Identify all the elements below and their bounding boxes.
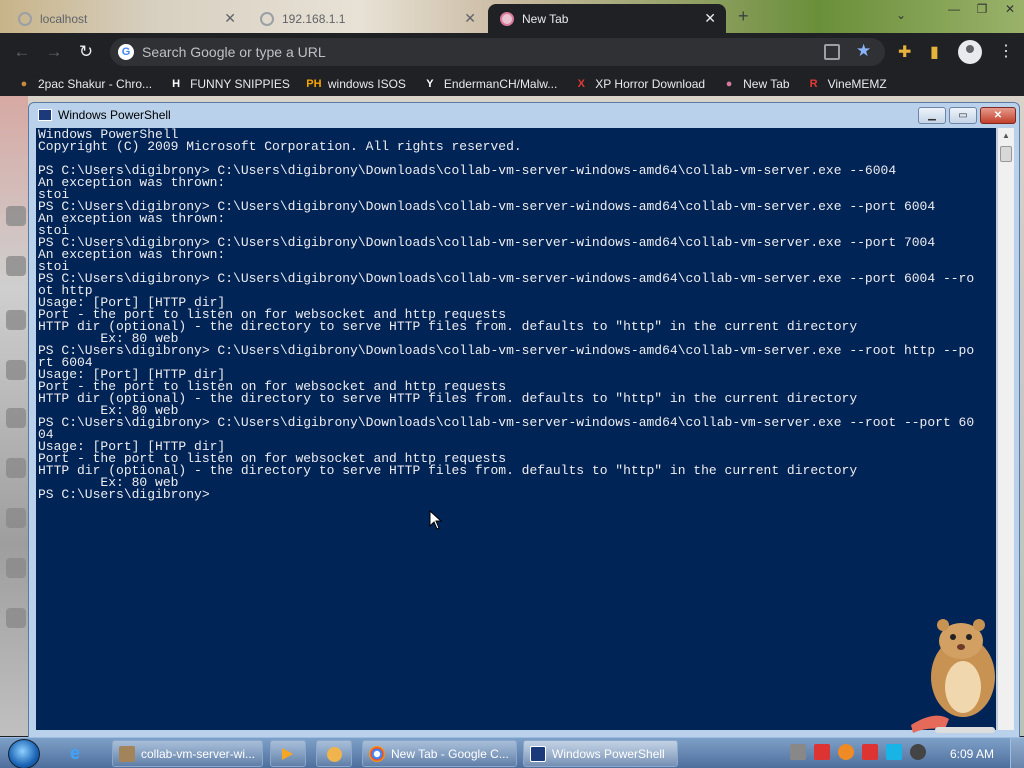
new-tab-favicon-icon [500,11,514,26]
bookmark-item[interactable]: Y EndermanCH/Malw... [422,76,557,92]
close-tab-icon[interactable]: ✕ [464,10,476,27]
tray-app-icon[interactable] [790,744,806,760]
address-bar-input[interactable] [142,38,782,66]
minimize-button[interactable]: ▁ [918,107,946,124]
bookmark-item[interactable]: ● New Tab [721,76,790,92]
bookmark-item[interactable]: H FUNNY SNIPPIES [168,76,290,92]
powershell-window: Windows PowerShell ▁ ▭ ✕ Windows PowerSh… [28,102,1020,738]
instagram-icon [6,360,26,380]
bookmark-favicon-icon: PH [306,77,322,90]
close-button[interactable]: ✕ [980,107,1016,124]
globe-icon [18,11,32,26]
app-icon[interactable] [316,740,352,767]
pinterest-icon [6,408,26,428]
bookmark-label: windows ISOS [327,76,406,91]
tray-antivirus-icon[interactable] [814,744,830,760]
taskbar-button-label: collab-vm-server-wi... [141,746,256,761]
start-button[interactable] [8,739,40,768]
new-tab-button[interactable]: + [738,6,749,27]
volume-icon[interactable] [910,744,926,760]
close-tab-icon[interactable]: ✕ [704,10,716,27]
close-tab-icon[interactable]: ✕ [224,10,236,27]
scrollbar-thumb[interactable] [1000,146,1012,162]
bookmark-label: 2pac Shakur - Chro... [38,76,153,91]
bookmark-favicon-icon: ● [20,77,28,90]
maximize-button[interactable]: ▭ [949,107,977,124]
tab-new-tab-active[interactable]: New Tab ✕ [488,4,726,33]
kebab-menu-icon[interactable]: ⋮ [998,41,1014,61]
reload-icon[interactable]: ↻ [76,42,96,62]
network-icon[interactable] [886,744,902,760]
facebook-icon [6,310,26,330]
chrome-icon [369,745,385,762]
tab-router[interactable]: 192.168.1.1 ✕ [246,4,486,33]
system-tray [790,744,934,760]
tab-strip: localhost ✕ 192.168.1.1 ✕ New Tab ✕ + ⌄ … [0,0,1024,33]
powershell-icon [530,745,546,762]
minimize-icon[interactable]: — [940,0,968,22]
bookmark-label: EndermanCH/Malw... [443,76,558,91]
tray-search-icon[interactable] [838,744,854,760]
bookmark-favicon-icon: X [577,77,585,90]
bookmark-label: VineMEMZ [827,76,887,91]
share-icon[interactable] [824,44,840,60]
bookmark-item[interactable]: R VineMEMZ [806,76,887,92]
tab-title: New Tab [522,11,569,26]
powershell-icon [38,109,52,121]
page-left-strip [0,96,28,736]
console-text: Windows PowerShell Copyright (C) 2009 Mi… [38,128,975,502]
bookmark-label: FUNNY SNIPPIES [190,76,290,91]
restore-icon[interactable]: ❐ [968,0,996,22]
bookmark-favicon-icon: ● [725,77,733,90]
tab-title: 192.168.1.1 [282,11,346,26]
media-player-icon[interactable] [270,740,306,767]
console-output[interactable]: Windows PowerShell Copyright (C) 2009 Mi… [36,128,996,730]
bookmark-label: New Tab [743,76,790,91]
bookmark-item[interactable]: ● 2pac Shakur - Chro... [16,76,152,92]
forward-arrow-icon[interactable]: → [44,42,64,62]
show-desktop-button[interactable] [1010,738,1024,768]
taskbar-button-powershell[interactable]: Windows PowerShell [523,740,678,767]
tab-search-chevron-icon[interactable]: ⌄ [896,8,906,22]
google-icon: G [118,44,134,60]
close-icon[interactable]: ✕ [996,0,1024,22]
whatsapp-icon [6,508,26,528]
taskbar-button-collab-vm[interactable]: collab-vm-server-wi... [112,740,263,767]
clock[interactable]: 6:09 AM [950,747,994,761]
taskbar-button-chrome[interactable]: New Tab - Google C... [362,740,517,767]
bookmark-item[interactable]: PH windows ISOS [306,76,406,92]
bookmark-label: XP Horror Download [595,76,706,91]
twitter-icon [6,458,26,478]
folder-icon [119,745,135,762]
browser-toolbar: ← → ↻ G ★ ✚ ▮ ⋮ [0,33,1024,71]
window-title: Windows PowerShell [58,108,171,122]
bookmark-favicon-icon: H [172,77,181,90]
browser-window-controls: — ❐ ✕ [940,0,1024,22]
bookmark-favicon-icon: R [809,77,818,90]
globe-icon [260,11,274,26]
bookmarks-bar: ● 2pac Shakur - Chro... H FUNNY SNIPPIES PH w… [0,71,1024,96]
hamster-desktop-pet [905,615,1005,737]
youtube-icon [6,256,26,276]
side-panel-icon[interactable]: ▮ [930,42,939,62]
profile-avatar-icon[interactable] [958,40,982,64]
powershell-titlebar[interactable]: Windows PowerShell ▁ ▭ ✕ [29,103,1019,127]
bookmark-star-icon[interactable]: ★ [856,41,871,61]
mail-icon [6,558,26,578]
internet-explorer-icon[interactable]: e [70,743,80,764]
bookmark-item[interactable]: X XP Horror Download [573,76,706,92]
omnibox[interactable]: G ★ [110,38,885,66]
back-arrow-icon[interactable]: ← [12,42,32,62]
bookmark-favicon-icon: Y [426,77,434,90]
side-app-icon [6,206,26,226]
taskbar-button-label: Windows PowerShell [552,746,665,761]
tab-localhost[interactable]: localhost ✕ [0,4,246,33]
link-icon [6,608,26,628]
extensions-puzzle-icon[interactable]: ✚ [898,42,911,62]
action-center-flag-icon[interactable] [862,744,878,760]
windows-taskbar: e collab-vm-server-wi... New Tab - Googl… [0,737,1024,768]
taskbar-button-label: New Tab - Google C... [391,746,509,761]
tab-title: localhost [40,11,88,26]
scroll-up-arrow-icon[interactable]: ▲ [998,128,1014,144]
